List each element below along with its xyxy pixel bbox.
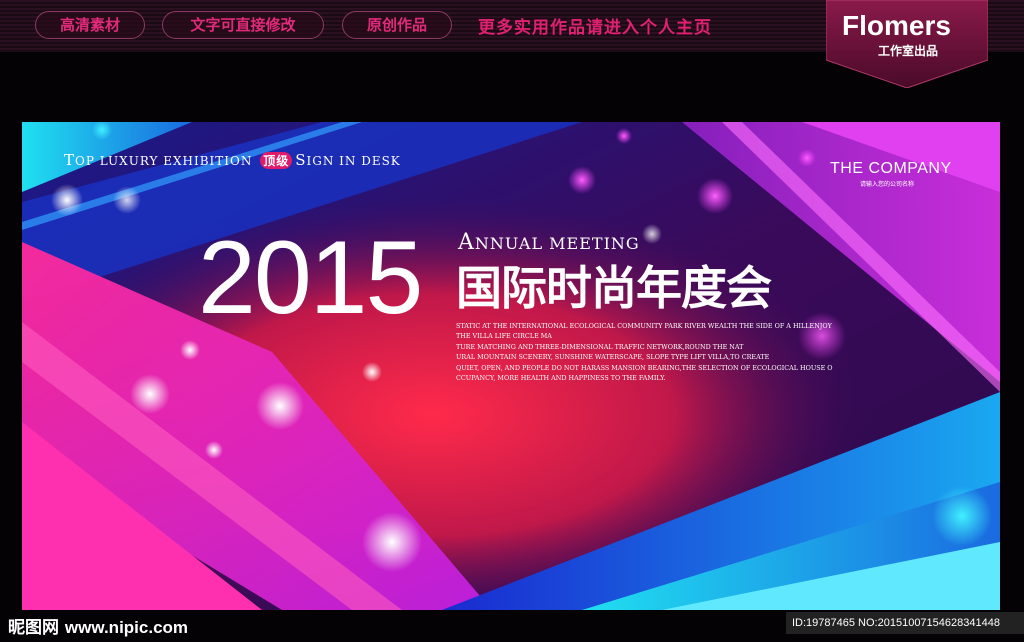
top-luxury-caption: TOP LUXURY EXHIBITION 顶级 SIGN IN DESK bbox=[64, 151, 401, 169]
annual-meeting-caption: ANNUAL MEETING bbox=[458, 230, 640, 255]
body-line: URAL MOUNTAIN SCENERY, SUNSHINE WATERSCA… bbox=[456, 353, 770, 362]
body-paragraph: STATIC AT THE INTERNATIONAL ECOLOGICAL C… bbox=[456, 321, 836, 383]
body-line: TURE MATCHING AND THREE-DIMENSIONAL TRAF… bbox=[456, 342, 744, 351]
image-id-label: ID:19787465 NO:20151007154628341448 bbox=[786, 612, 1024, 634]
event-title: 国际时尚年度会 bbox=[456, 261, 772, 315]
site-name-cn: 昵图网 bbox=[8, 618, 59, 638]
company-subtitle: 请输入您的公司名称 bbox=[860, 181, 915, 188]
year-heading: 2015 bbox=[198, 220, 423, 336]
pill-editable-text[interactable]: 文字可直接修改 bbox=[162, 11, 324, 39]
body-line: QUIET, OPEN, AND PEOPLE DO NOT HARASS MA… bbox=[456, 363, 833, 372]
brand-subtitle: 工作室出品 bbox=[878, 44, 939, 58]
site-url: www.nipic.com bbox=[64, 618, 189, 637]
promo-link[interactable]: 更多实用作品请进入个人主页 bbox=[478, 13, 712, 38]
body-line: STATIC AT THE INTERNATIONAL ECOLOGICAL C… bbox=[456, 322, 832, 330]
pill-hd-material[interactable]: 高清素材 bbox=[35, 11, 145, 39]
poster-image: TOP LUXURY EXHIBITION 顶级 SIGN IN DESK THE… bbox=[22, 122, 1000, 610]
body-line: CCUPANCY, MORE HEALTH AND HAPPINESS TO T… bbox=[456, 374, 666, 383]
company-name: THE COMPANY bbox=[830, 160, 952, 177]
body-line: THE VILLA LIFE CIRCLE MA bbox=[456, 332, 552, 341]
brand-name: Flomers bbox=[842, 10, 951, 41]
watermark-site: 昵图网 www.nipic.com bbox=[8, 613, 188, 638]
pill-original-work[interactable]: 原创作品 bbox=[342, 11, 452, 39]
top-badge: 顶级 bbox=[260, 152, 293, 169]
